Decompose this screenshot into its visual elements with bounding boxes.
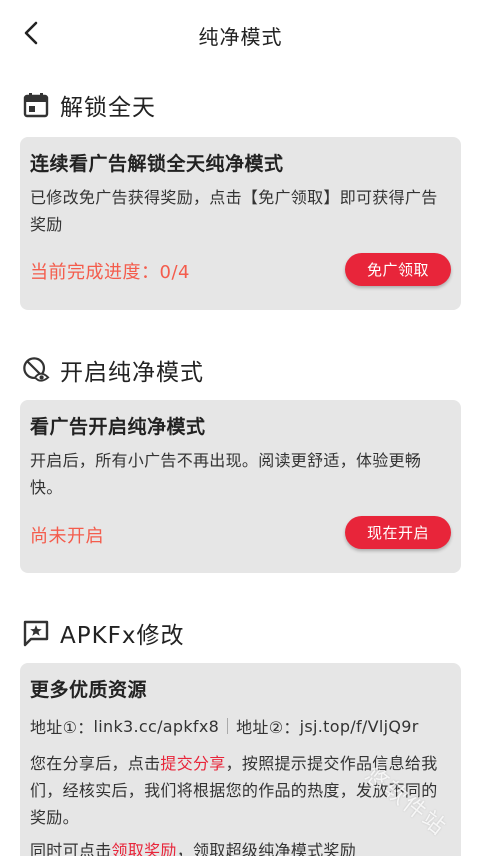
address-2-label: 地址②： [236, 718, 300, 737]
card-title: 连续看广告解锁全天纯净模式 [30, 153, 284, 175]
section-apkfx-header: APKFx修改 [22, 617, 185, 649]
progress-status: 当前完成进度：0/4 [30, 262, 190, 283]
card-title: 看广告开启纯净模式 [30, 416, 206, 438]
desc-text: 您在分享后，点击 [30, 754, 161, 773]
claim-ad-free-button[interactable]: 免广领取 [345, 253, 451, 286]
section-title: 开启纯净模式 [60, 360, 204, 386]
apkfx-card: 更多优质资源 地址①： link3.cc/apkfx8 地址②： jsj.top… [20, 663, 461, 856]
divider [227, 718, 229, 734]
section-title: APKFx修改 [60, 623, 185, 649]
section-pure-mode-header: 开启纯净模式 [22, 354, 204, 386]
enable-now-button[interactable]: 现在开启 [345, 516, 451, 549]
page-title: 纯净模式 [198, 25, 283, 49]
desc-text: ，领取超级纯净模式奖励 [176, 841, 357, 856]
pure-mode-status: 尚未开启 [30, 526, 104, 547]
pure-mode-card: 看广告开启纯净模式 开启后，所有小广告不再出现。阅读更舒适，体验更畅快。 尚未开… [20, 400, 461, 573]
section-title: 解锁全天 [60, 95, 156, 121]
unlock-day-card: 连续看广告解锁全天纯净模式 已修改免广告获得奖励，点击【免广领取】即可获得广告奖… [20, 137, 461, 310]
card-description: 已修改免广告获得奖励，点击【免广领取】即可获得广告奖励 [30, 188, 438, 234]
chat-star-icon [22, 619, 50, 647]
address-row: 地址①： link3.cc/apkfx8 地址②： jsj.top/f/VljQ… [30, 714, 451, 738]
eye-off-icon [22, 356, 50, 384]
address-2-link[interactable]: jsj.top/f/VljQ9r [300, 717, 419, 736]
card-description-2: 同时可点击领取奖励，领取超级纯净模式奖励 [30, 837, 451, 856]
address-1-label: 地址①： [30, 718, 94, 737]
section-unlock-day-header: 解锁全天 [22, 89, 156, 121]
top-bar: 纯净模式 [0, 0, 481, 68]
claim-reward-link[interactable]: 领取奖励 [112, 841, 177, 856]
calendar-icon [22, 91, 50, 119]
card-title: 更多优质资源 [30, 679, 148, 701]
submit-share-link[interactable]: 提交分享 [160, 754, 225, 773]
card-description: 开启后，所有小广告不再出现。阅读更舒适，体验更畅快。 [30, 451, 422, 497]
pure-mode-page: 纯净模式 解锁全天 连续看广告解锁全天纯净模式 已修改免广告获得奖励，点击【免广… [0, 0, 481, 856]
address-1-link[interactable]: link3.cc/apkfx8 [94, 717, 220, 736]
desc-text: 同时可点击 [30, 841, 112, 856]
